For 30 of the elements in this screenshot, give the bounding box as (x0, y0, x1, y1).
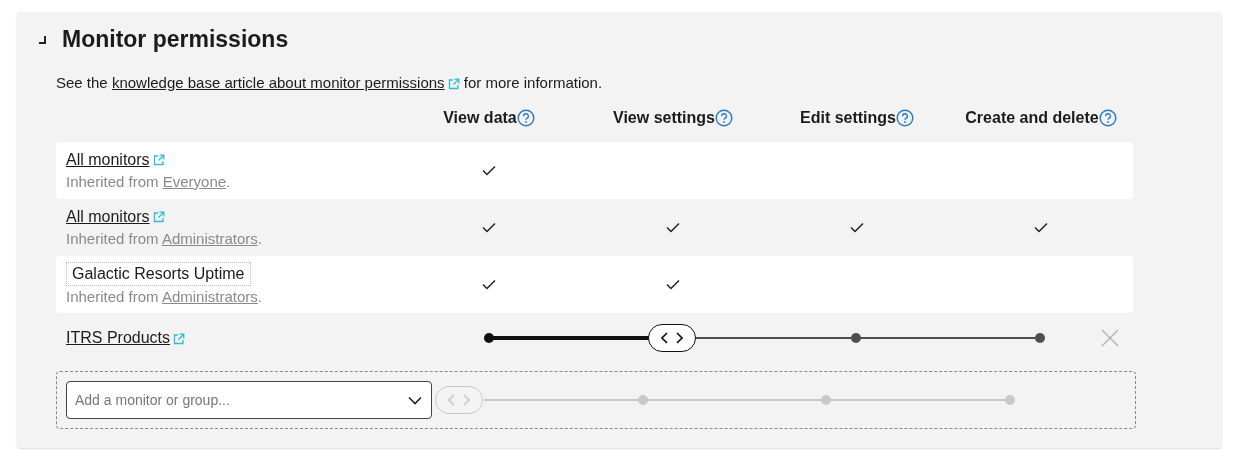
help-icon[interactable] (1098, 109, 1117, 128)
external-link-icon (447, 77, 460, 90)
section-title: Monitor permissions (62, 26, 289, 54)
external-link-icon (152, 211, 165, 224)
inherited-text: Inherited from Everyone. (66, 171, 232, 192)
slider-step (1005, 395, 1015, 406)
column-header: View data (443, 108, 517, 129)
external-link-icon (173, 332, 186, 345)
group-link[interactable]: Everyone (162, 172, 227, 190)
slider-thumb[interactable] (648, 324, 697, 353)
monitor-link[interactable]: ITRS Products (66, 329, 171, 347)
monitor-name: Galactic Resorts Uptime (66, 261, 251, 286)
monitor-link[interactable]: All monitors (66, 207, 150, 225)
column-header: Edit settings (800, 108, 896, 129)
external-link-icon (152, 154, 165, 167)
column-header: View settings (613, 108, 715, 129)
slider-start (484, 333, 494, 344)
intro-text: See the knowledge base article about monitor permissions for more information. (56, 72, 604, 93)
slider-step (637, 395, 648, 406)
column-header: Create and delete (965, 108, 1099, 129)
knowledge-base-link[interactable]: knowledge base article about monitor permissions (111, 73, 445, 91)
chevron-down-icon[interactable] (408, 396, 422, 406)
slider-step (821, 395, 832, 406)
inherited-text: Inherited from Administrators. (66, 286, 263, 307)
monitor-link[interactable]: All monitors (66, 150, 150, 168)
inherited-text: Inherited from Administrators. (66, 228, 263, 249)
group-link[interactable]: Administrators (161, 287, 258, 305)
help-icon[interactable] (896, 109, 914, 128)
help-icon[interactable] (516, 109, 535, 128)
help-icon[interactable] (715, 109, 733, 128)
